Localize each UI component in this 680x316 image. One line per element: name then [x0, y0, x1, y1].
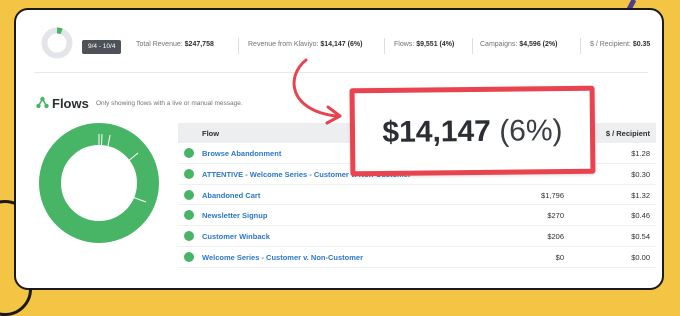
- stat-campaigns: Campaigns: $4,596 (2%): [480, 41, 557, 48]
- status-dot: [184, 210, 194, 221]
- status-dot: [184, 231, 194, 242]
- table-row: Customer Winback $206 $0.54: [178, 226, 656, 247]
- revenue-callout: $14,147 (6%): [349, 85, 596, 177]
- stat-klaviyo-revenue: Revenue from Klaviyo: $14,147 (6%): [248, 41, 362, 48]
- status-dot: [184, 148, 194, 158]
- stat-value: $4,596 (2%): [519, 41, 558, 48]
- stat-total-revenue: Total Revenue: $247,758: [136, 41, 214, 48]
- stat-label: Revenue from Klaviyo:: [248, 41, 319, 48]
- table-row: Newsletter Signup $270 $0.46: [178, 205, 656, 227]
- flows-icon: [36, 96, 49, 109]
- status-dot: [184, 189, 194, 200]
- revenue-share-mini-donut: [41, 27, 73, 59]
- stat-divider: [384, 38, 385, 54]
- flow-link[interactable]: Browse Abandonment: [202, 149, 281, 158]
- flow-per-recipient: $0.00: [631, 252, 650, 262]
- flow-per-recipient: $0.30: [631, 169, 650, 179]
- stat-label: Flows:: [394, 41, 415, 48]
- stat-value: $0.35: [632, 41, 651, 48]
- flow-link[interactable]: Customer Winback: [202, 232, 270, 241]
- stat-label: Total Revenue:: [136, 41, 183, 48]
- flow-per-recipient: $0.54: [631, 232, 650, 242]
- stat-divider: [472, 38, 473, 54]
- stat-divider: [238, 38, 239, 54]
- flow-link[interactable]: Abandoned Cart: [202, 191, 260, 200]
- flow-link[interactable]: Newsletter Signup: [202, 211, 267, 220]
- stat-value: $14,147 (6%): [320, 41, 363, 48]
- date-range-button[interactable]: 9/4 - 10/4: [82, 40, 122, 54]
- status-dot: [184, 168, 194, 179]
- flow-revenue: $1,796: [541, 190, 564, 200]
- flows-revenue-donut: [39, 123, 159, 243]
- dashboard-card: 9/4 - 10/4 Total Revenue: $247,758 Reven…: [14, 8, 664, 290]
- table-row: Welcome Series - Customer v. Non-Custome…: [178, 247, 656, 268]
- column-header-flow[interactable]: Flow: [202, 129, 219, 138]
- flow-per-recipient: $0.46: [631, 211, 650, 221]
- flow-per-recipient: $1.28: [631, 149, 650, 158]
- stat-flows: Flows: $9,551 (4%): [394, 41, 454, 48]
- flow-revenue: $270: [547, 211, 564, 221]
- stat-label: Campaigns:: [480, 41, 518, 48]
- flow-revenue: $0: [555, 252, 564, 262]
- callout-percent: (6%): [499, 114, 563, 148]
- stat-divider: [580, 38, 581, 54]
- callout-text: $14,147 (6%): [355, 114, 590, 150]
- flow-revenue: $206: [547, 232, 564, 242]
- callout-amount: $14,147: [382, 114, 492, 149]
- status-dot: [184, 251, 194, 262]
- stat-value: $247,758: [184, 41, 214, 48]
- flow-per-recipient: $1.32: [631, 190, 650, 200]
- stat-label: $ / Recipient:: [590, 41, 631, 48]
- column-header-per-recipient[interactable]: $ / Recipient: [606, 129, 650, 138]
- flows-subtitle: Only showing flows with a live or manual…: [96, 100, 243, 107]
- arrow-icon: [292, 58, 342, 125]
- flow-link[interactable]: Welcome Series - Customer v. Non-Custome…: [202, 253, 363, 262]
- stat-value: $9,551 (4%): [416, 41, 455, 48]
- flows-title: Flows: [52, 96, 89, 111]
- table-row: Abandoned Cart $1,796 $1.32: [178, 185, 656, 206]
- stat-per-recipient: $ / Recipient: $0.35: [590, 41, 650, 48]
